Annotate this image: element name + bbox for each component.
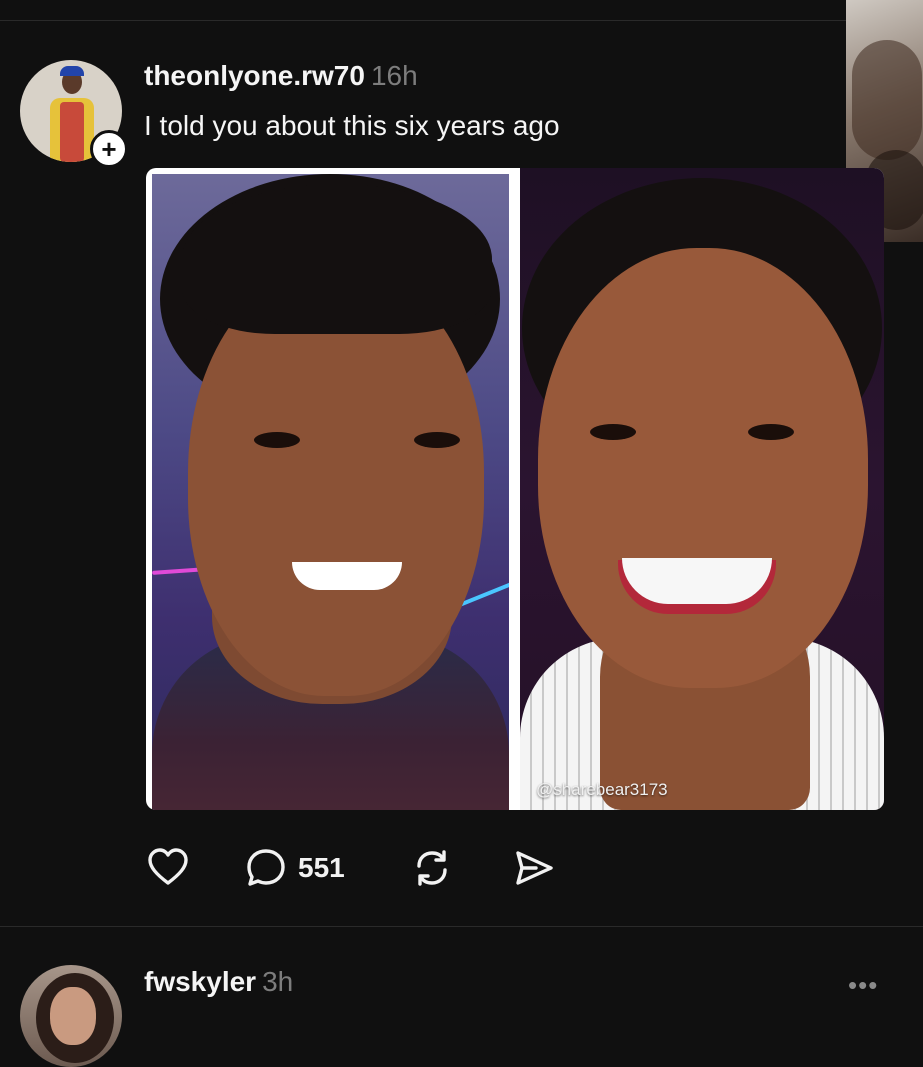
avatar-face (50, 987, 96, 1045)
send-icon (516, 851, 553, 885)
photo-right-eye (590, 424, 636, 440)
thumbnail-figure (852, 40, 922, 160)
username[interactable]: fwskyler (144, 966, 256, 997)
reply-button[interactable]: 551 (244, 846, 345, 890)
post-text: I told you about this six years ago (144, 110, 560, 141)
photo-right-eye (748, 424, 794, 440)
plus-icon: + (101, 134, 117, 164)
timestamp: 3h (262, 966, 294, 997)
photo-left-eye (254, 432, 300, 448)
avatar[interactable] (20, 965, 122, 1067)
share-button[interactable] (512, 846, 556, 890)
post-author[interactable]: fwskyler 3h (144, 966, 293, 998)
image-watermark: @sharebear3173 (536, 780, 668, 799)
post-image[interactable]: @sharebear3173 (146, 168, 884, 810)
top-divider (0, 20, 923, 21)
more-icon[interactable]: ••• (848, 970, 878, 1001)
follow-button[interactable]: + (90, 130, 128, 168)
heart-icon (148, 848, 188, 885)
photo-right-face (538, 248, 868, 688)
photo-left (152, 174, 509, 810)
repost-button[interactable] (410, 846, 454, 890)
like-button[interactable] (146, 846, 190, 890)
post-divider (0, 926, 923, 927)
post-author[interactable]: theonlyone.rw70 16h (144, 60, 418, 92)
comment-icon (247, 849, 285, 886)
avatar-figure-cap (60, 66, 84, 76)
photo-left-eye (414, 432, 460, 448)
photo-left-smile (292, 562, 402, 590)
username[interactable]: theonlyone.rw70 (144, 60, 365, 91)
avatar-figure-shirt (60, 102, 84, 162)
reply-count: 551 (298, 852, 345, 883)
photo-right (520, 168, 884, 810)
photo-right-smile (622, 558, 772, 604)
timestamp: 16h (370, 60, 418, 91)
post-actions: 551 (146, 846, 646, 890)
photo-left-hairline (182, 184, 492, 334)
repost-icon (417, 850, 447, 886)
